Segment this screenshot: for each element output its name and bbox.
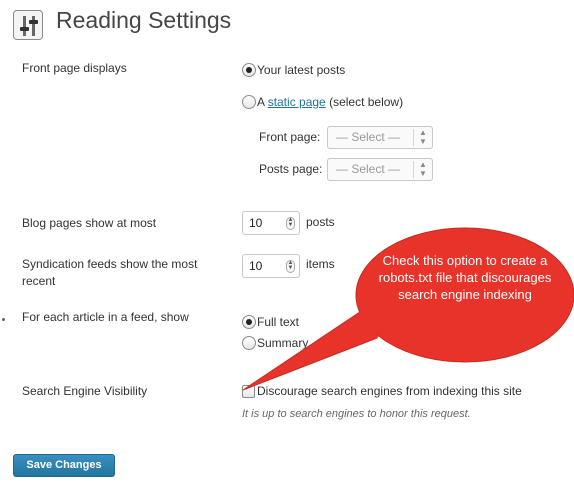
annotation-callout: [242, 227, 574, 391]
annotation-callout-text: Check this option to create a robots.txt…: [378, 253, 552, 302]
